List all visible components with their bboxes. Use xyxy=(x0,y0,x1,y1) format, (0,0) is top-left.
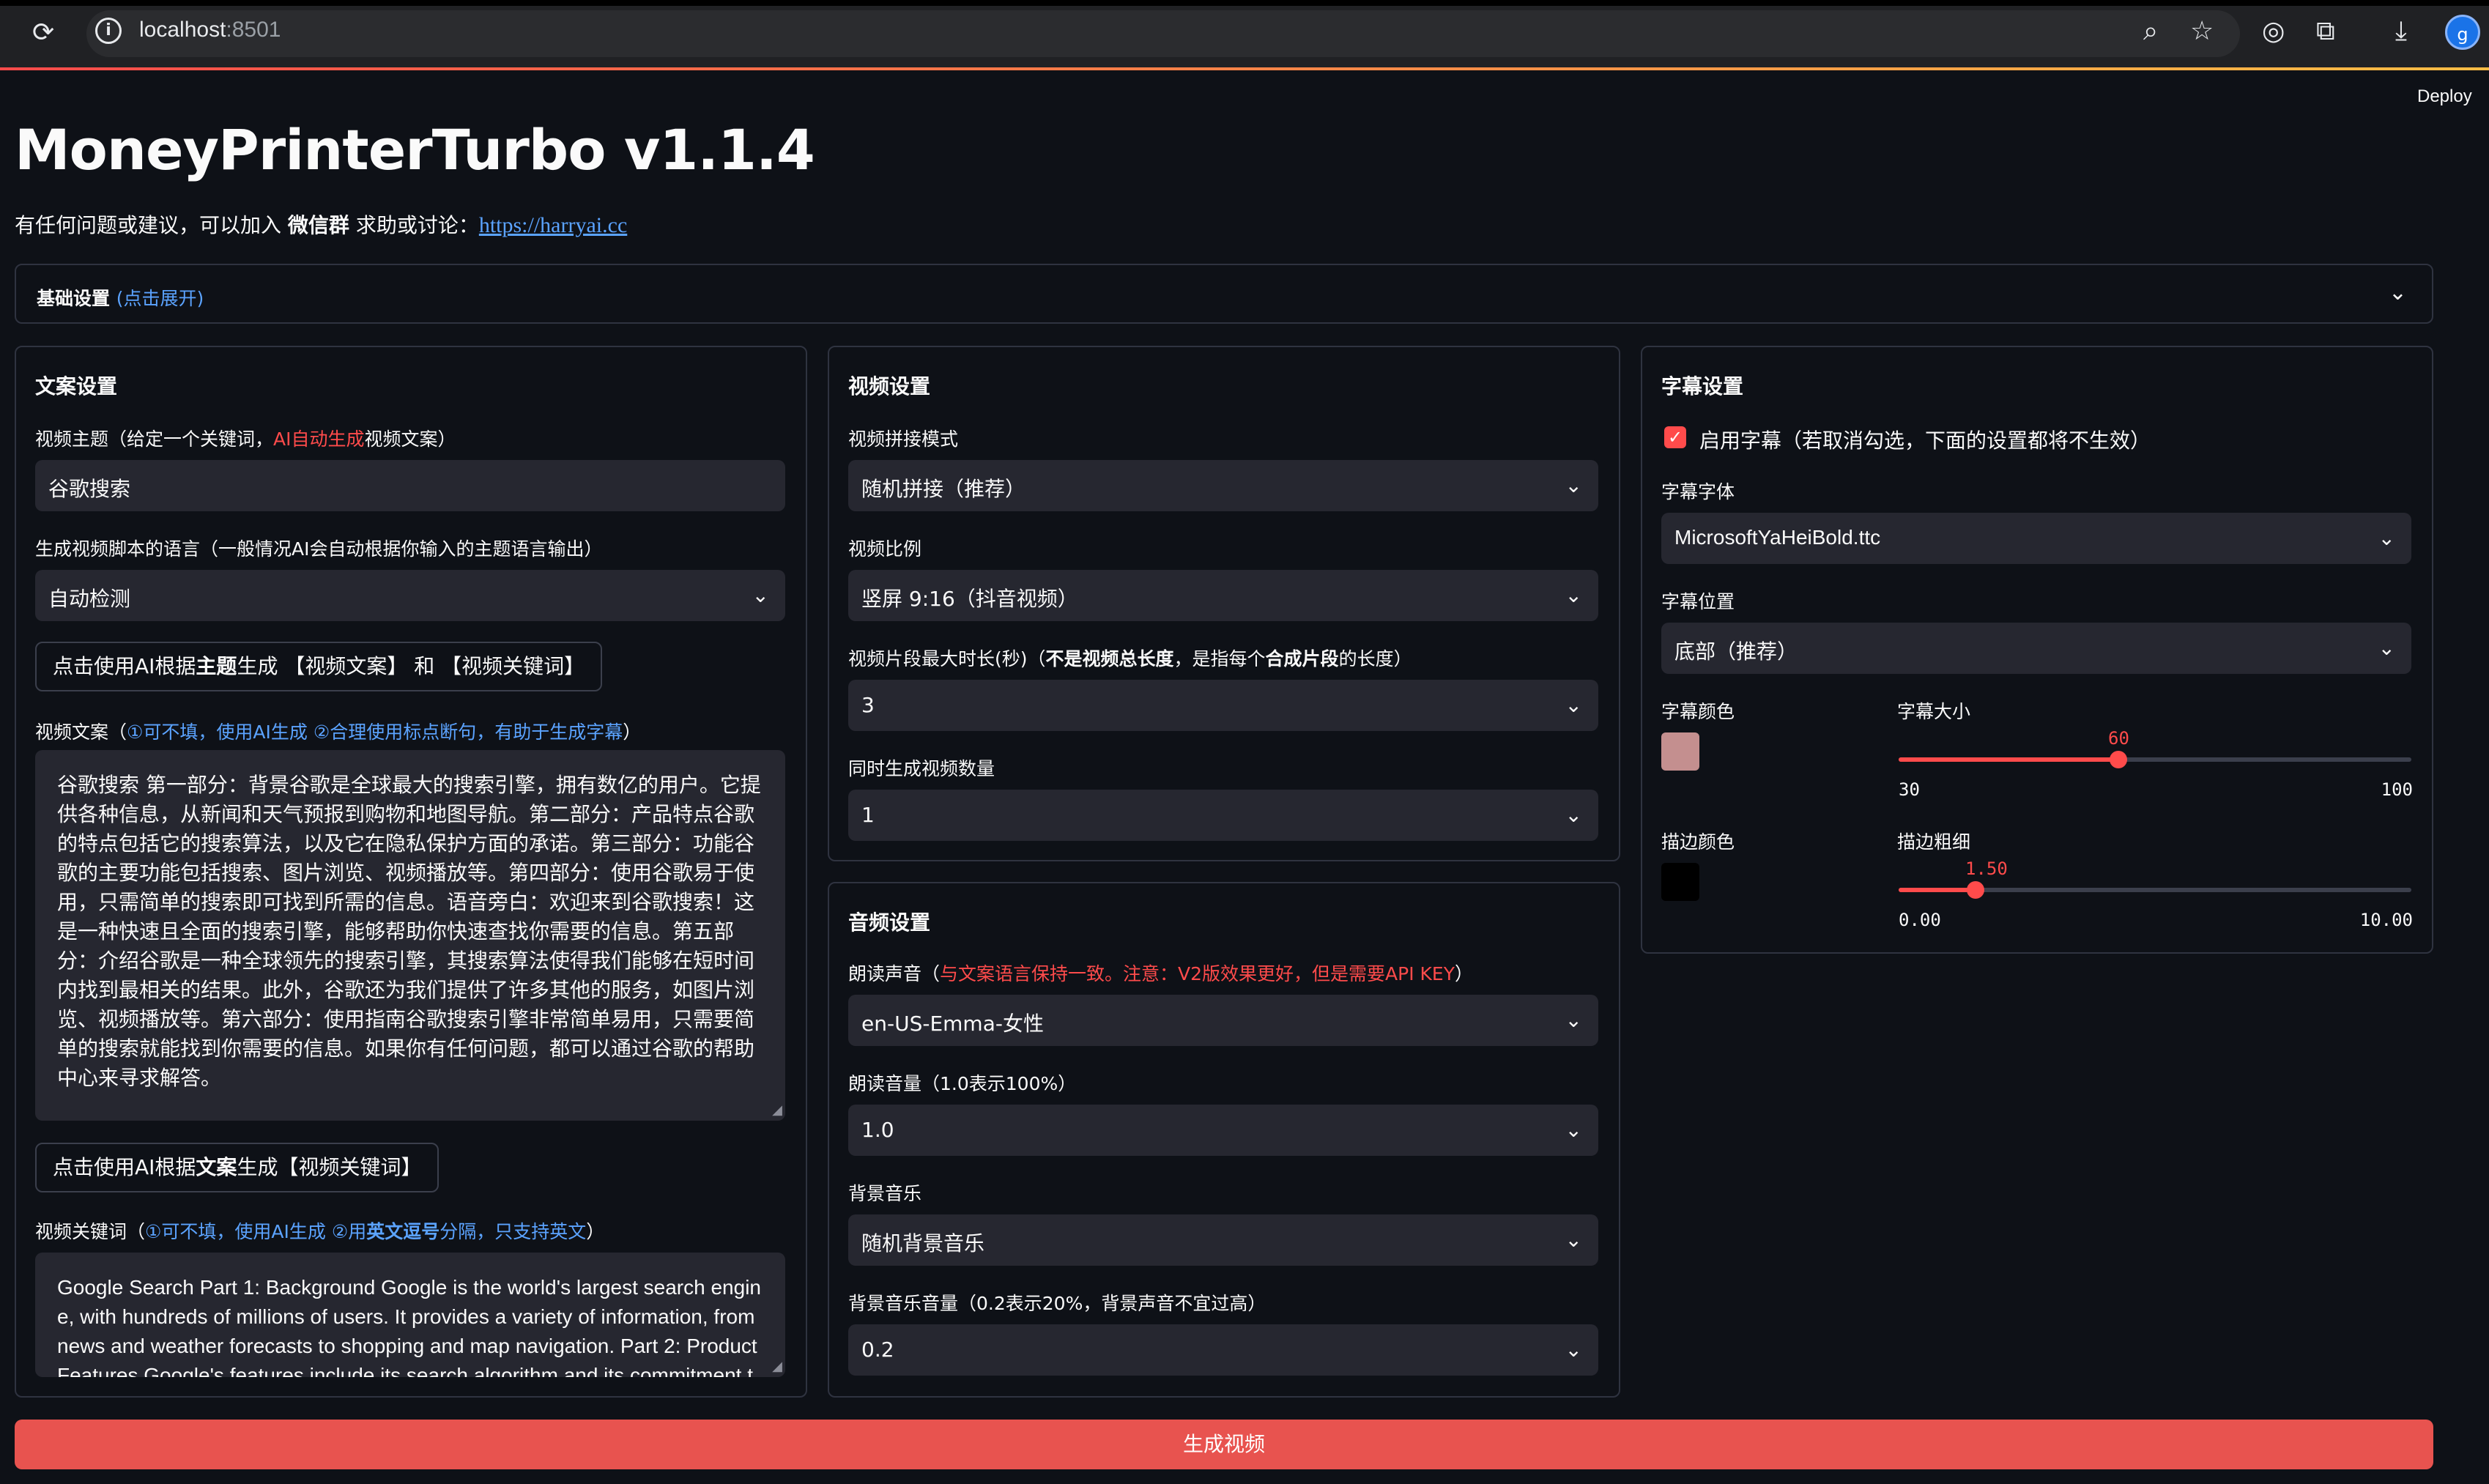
tab-strip xyxy=(0,0,2489,6)
voice-select[interactable]: en-US-Emma-女性 ⌄ xyxy=(848,995,1598,1046)
aspect-select[interactable]: 竖屏 9:16（抖音视频） ⌄ xyxy=(848,570,1598,621)
resize-grip-icon[interactable]: ◢ xyxy=(772,1359,782,1374)
language-label: 生成视频脚本的语言（一般情况AI会自动根据你输入的主题语言输出） xyxy=(35,538,603,560)
aspect-label: 视频比例 xyxy=(848,538,922,560)
subtitle-text: 有任何问题或建议，可以加入 微信群 求助或讨论：https://harryai.… xyxy=(15,213,628,237)
chevron-down-icon: ⌄ xyxy=(1565,693,1582,717)
enable-subtitle-checkbox[interactable]: ✓ xyxy=(1664,426,1686,448)
concat-mode-select[interactable]: 随机拼接（推荐） ⌄ xyxy=(848,460,1598,511)
stroke-width-value: 1.50 xyxy=(1965,858,2008,879)
font-color-label: 字幕颜色 xyxy=(1661,701,1735,722)
generate-video-button[interactable]: 生成视频 xyxy=(15,1420,2433,1469)
font-size-min: 30 xyxy=(1899,779,1920,800)
clip-duration-label: 视频片段最大时长(秒)（不是视频总长度，是指每个合成片段的长度） xyxy=(848,648,1412,669)
chevron-down-icon: ⌄ xyxy=(2378,636,2395,660)
voice-label: 朗读声音（与文案语言保持一致。注意：V2版效果更好，但是需要API KEY） xyxy=(848,963,1473,984)
position-label: 字幕位置 xyxy=(1661,591,1735,612)
chevron-down-icon: ⌄ xyxy=(2378,526,2395,550)
expander-label: 基础设置 (点击展开) xyxy=(37,288,204,309)
keywords-text: Google Search Part 1: Background Google … xyxy=(57,1276,761,1377)
position-select[interactable]: 底部（推荐） ⌄ xyxy=(1661,623,2411,674)
subject-label: 视频主题（给定一个关键词，AI自动生成视频文案） xyxy=(35,428,456,450)
stroke-width-min: 0.00 xyxy=(1899,910,1941,930)
panel-title: 视频设置 xyxy=(848,374,931,398)
enable-subtitle-label: 启用字幕（若取消勾选，下面的设置都将不生效） xyxy=(1699,428,2151,453)
bgm-select[interactable]: 随机背景音乐 ⌄ xyxy=(848,1214,1598,1266)
bgm-volume-select[interactable]: 0.2 ⌄ xyxy=(848,1324,1598,1376)
subtitle-settings-panel: 字幕设置 ✓ 启用字幕（若取消勾选，下面的设置都将不生效） 字幕字体 Micro… xyxy=(1641,346,2433,954)
chevron-down-icon: ⌄ xyxy=(1565,1338,1582,1362)
script-settings-panel: 文案设置 视频主题（给定一个关键词，AI自动生成视频文案） 谷歌搜索 生成视频脚… xyxy=(15,346,807,1398)
font-size-slider-thumb[interactable] xyxy=(2110,751,2128,768)
extension-color-icon[interactable]: ◎ xyxy=(2262,16,2285,46)
font-select[interactable]: MicrosoftYaHeiBold.ttc ⌄ xyxy=(1661,513,2411,564)
chevron-down-icon: ⌄ xyxy=(752,583,769,607)
stroke-width-slider-thumb[interactable] xyxy=(1967,881,1984,899)
profile-avatar[interactable]: g xyxy=(2445,15,2480,50)
address-bar[interactable] xyxy=(86,10,2240,57)
resize-grip-icon[interactable]: ◢ xyxy=(772,1102,782,1118)
chevron-down-icon: ⌄ xyxy=(1565,1008,1582,1032)
stroke-width-max: 10.00 xyxy=(2359,910,2413,930)
harryai-link[interactable]: https://harryai.cc xyxy=(479,213,627,237)
bgm-volume-label: 背景音乐音量（0.2表示20%，背景声音不宜过高） xyxy=(848,1293,1266,1314)
chevron-down-icon: ⌄ xyxy=(1565,1228,1582,1252)
panel-title: 文案设置 xyxy=(35,374,118,398)
keywords-label: 视频关键词（①可不填，使用AI生成 ②用英文逗号分隔，只支持英文） xyxy=(35,1221,605,1242)
reload-icon[interactable]: ⟳ xyxy=(32,18,54,48)
font-size-label: 字幕大小 xyxy=(1897,701,1971,722)
browser-toolbar: ⟳ i localhost:8501 ⌕ ☆ ◎ ⧉ ⤓ g xyxy=(0,0,2489,70)
chevron-down-icon: ⌄ xyxy=(2388,280,2407,305)
script-text: 谷歌搜索 第一部分：背景谷歌是全球最大的搜索引擎，拥有数亿的用户。它提供各种信息… xyxy=(57,773,761,1090)
font-color-picker[interactable] xyxy=(1661,732,1699,771)
concat-mode-label: 视频拼接模式 xyxy=(848,428,959,450)
audio-settings-panel: 音频设置 朗读声音（与文案语言保持一致。注意：V2版效果更好，但是需要API K… xyxy=(828,882,1620,1398)
language-select[interactable]: 自动检测 ⌄ xyxy=(35,570,785,621)
chevron-down-icon: ⌄ xyxy=(1565,583,1582,607)
subject-input[interactable]: 谷歌搜索 xyxy=(35,460,785,511)
voice-volume-select[interactable]: 1.0 ⌄ xyxy=(848,1105,1598,1156)
video-count-label: 同时生成视频数量 xyxy=(848,758,995,779)
extensions-puzzle-icon[interactable]: ⧉ xyxy=(2316,16,2335,47)
font-label: 字幕字体 xyxy=(1661,481,1735,502)
stroke-width-slider-fill xyxy=(1899,888,1976,892)
streamlit-decoration-stripe xyxy=(0,67,2489,70)
script-label: 视频文案（①可不填，使用AI生成 ②合理使用标点断句，有助于生成字幕） xyxy=(35,721,642,743)
voice-volume-label: 朗读音量（1.0表示100%） xyxy=(848,1073,1077,1094)
chevron-down-icon: ⌄ xyxy=(1565,1118,1582,1142)
font-size-slider-fill xyxy=(1899,757,2119,762)
deploy-button[interactable]: Deploy xyxy=(2417,86,2472,107)
page-title: MoneyPrinterTurbo v1.1.4 xyxy=(15,117,815,182)
chevron-down-icon: ⌄ xyxy=(1565,473,1582,497)
chevron-down-icon: ⌄ xyxy=(1565,803,1582,827)
panel-title: 字幕设置 xyxy=(1661,374,1744,398)
script-textarea[interactable]: 谷歌搜索 第一部分：背景谷歌是全球最大的搜索引擎，拥有数亿的用户。它提供各种信息… xyxy=(35,750,785,1121)
font-size-max: 100 xyxy=(2381,779,2413,800)
generate-keywords-button[interactable]: 点击使用AI根据文案生成【视频关键词】 xyxy=(35,1143,439,1192)
bookmark-star-icon[interactable]: ☆ xyxy=(2190,16,2214,46)
stroke-color-picker[interactable] xyxy=(1661,863,1699,901)
video-count-select[interactable]: 1 ⌄ xyxy=(848,790,1598,841)
video-settings-panel: 视频设置 视频拼接模式 随机拼接（推荐） ⌄ 视频比例 竖屏 9:16（抖音视频）… xyxy=(828,346,1620,861)
zoom-icon[interactable]: ⌕ xyxy=(2143,16,2158,47)
keywords-textarea[interactable]: Google Search Part 1: Background Google … xyxy=(35,1253,785,1377)
basic-settings-expander[interactable]: 基础设置 (点击展开) ⌄ xyxy=(15,264,2433,324)
bgm-label: 背景音乐 xyxy=(848,1183,922,1204)
panel-title: 音频设置 xyxy=(848,910,931,935)
stroke-width-label: 描边粗细 xyxy=(1897,831,1971,853)
font-size-value: 60 xyxy=(2108,728,2129,749)
url-text[interactable]: localhost:8501 xyxy=(139,18,281,42)
download-icon[interactable]: ⤓ xyxy=(2395,16,2407,47)
generate-script-button[interactable]: 点击使用AI根据主题生成 【视频文案】 和 【视频关键词】 xyxy=(35,642,603,691)
site-info-icon[interactable]: i xyxy=(95,18,122,44)
stroke-color-label: 描边颜色 xyxy=(1661,831,1735,853)
clip-duration-select[interactable]: 3 ⌄ xyxy=(848,680,1598,731)
